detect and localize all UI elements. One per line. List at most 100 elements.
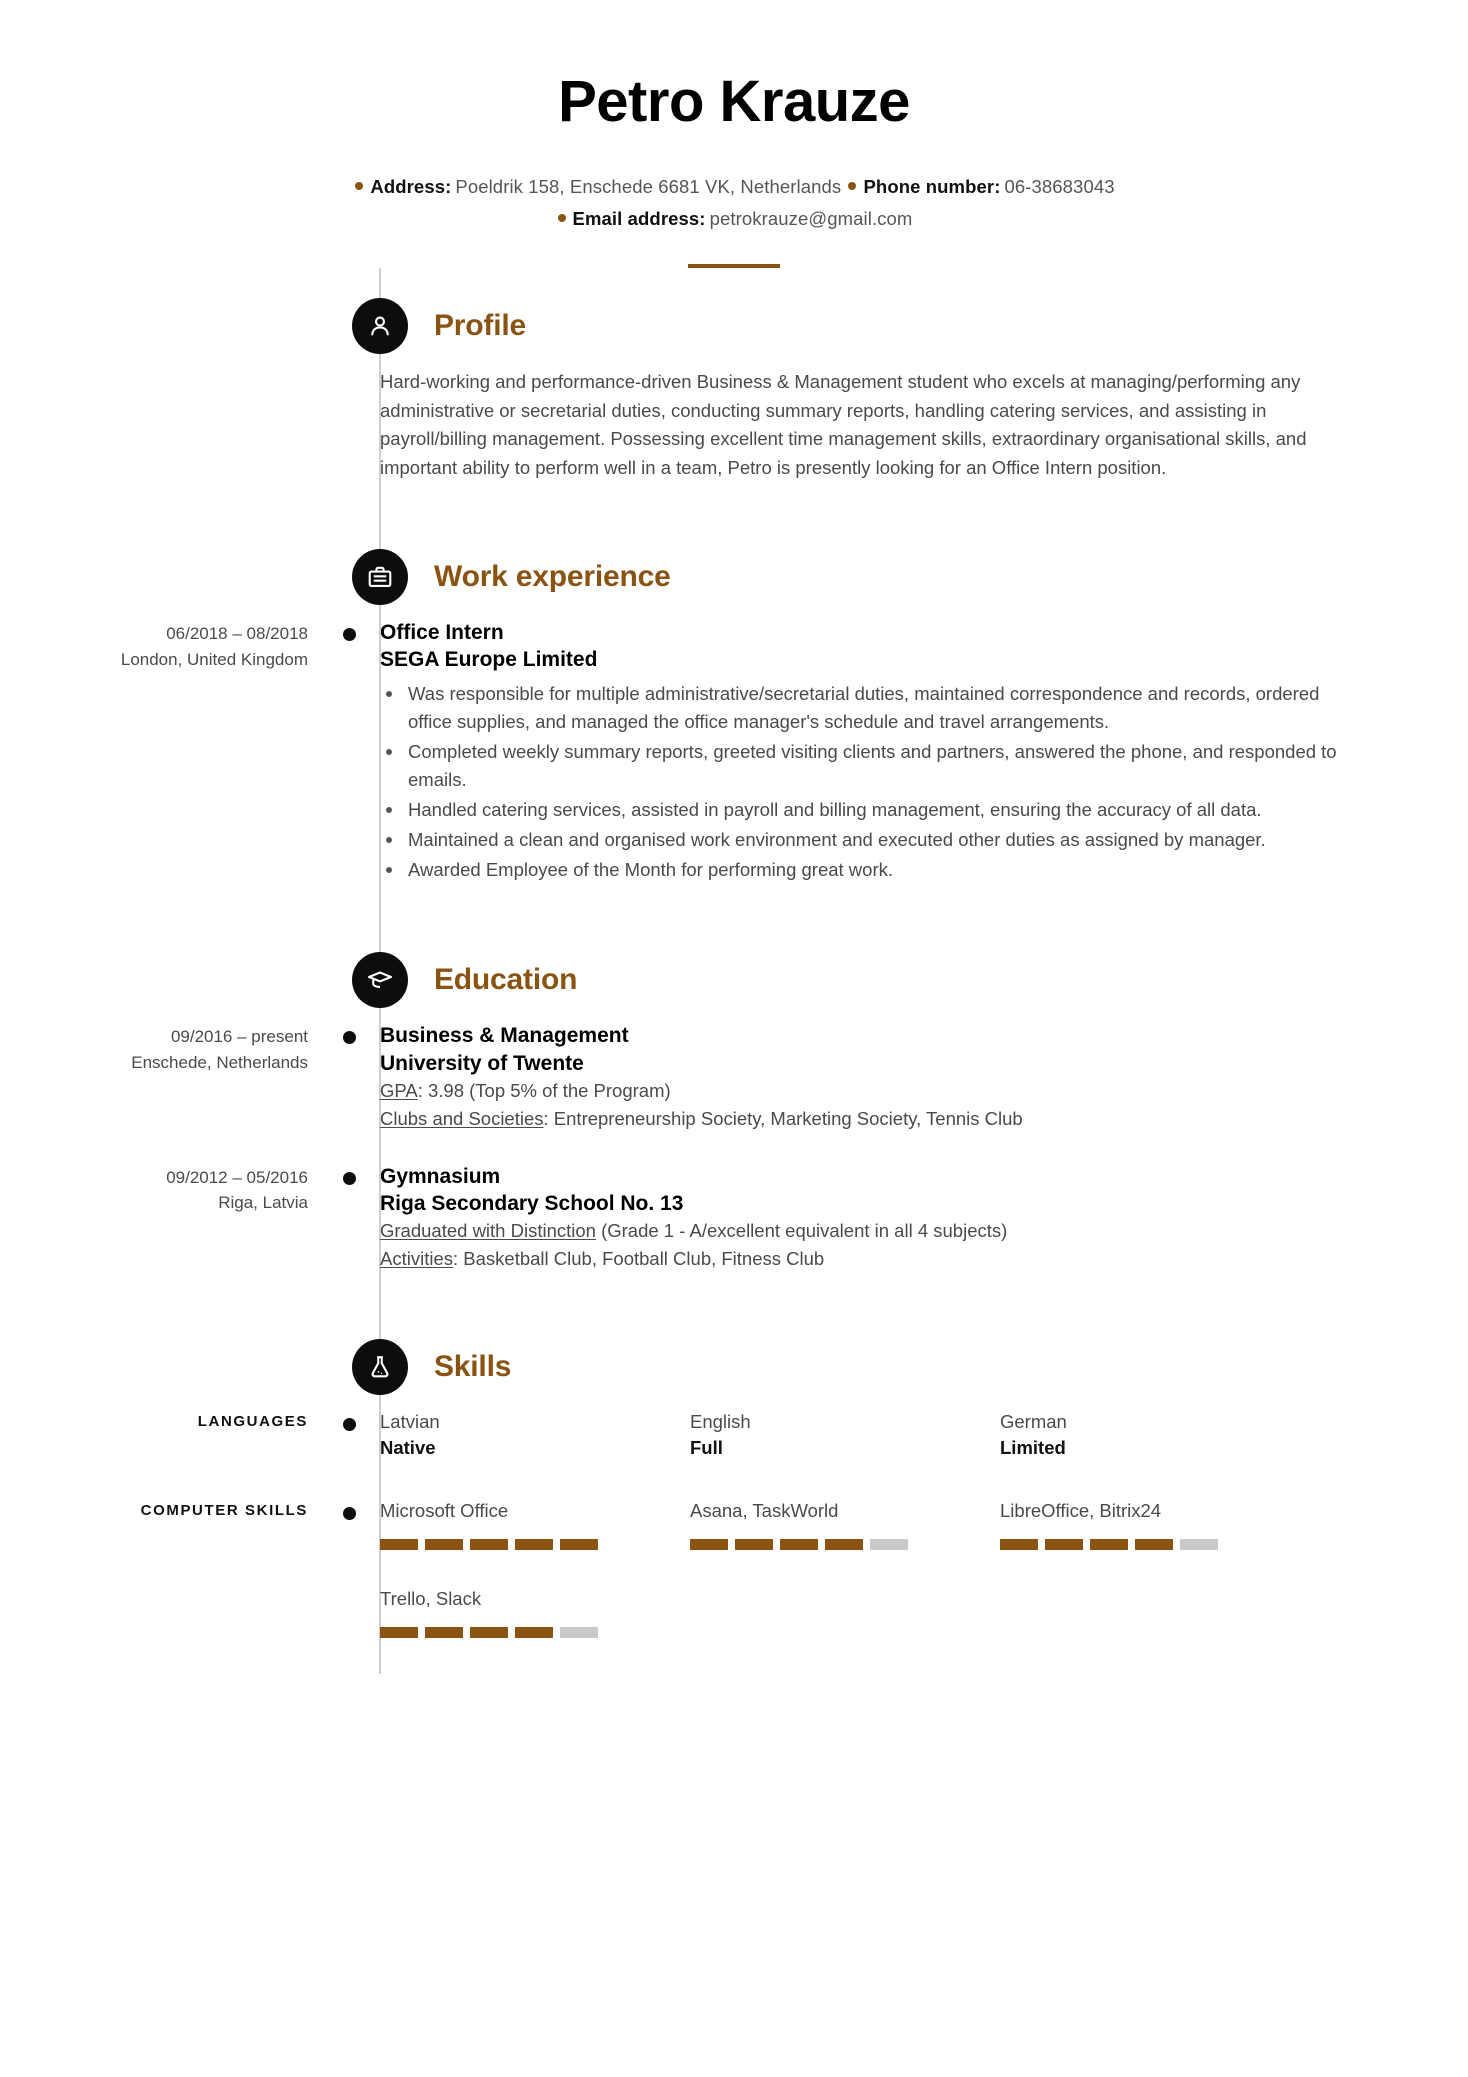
rating-bar-filled (780, 1539, 818, 1551)
skills-section-header: Skills (352, 1338, 1468, 1395)
education-entry-content: Business & Management University of Twen… (380, 1022, 1468, 1132)
education-entry-content: Gymnasium Riga Secondary School No. 13 G… (380, 1163, 1468, 1273)
language-item: English Full (690, 1409, 1000, 1463)
computer-skill-rating (1000, 1539, 1310, 1551)
profile-right-col: Hard-working and performance-driven Busi… (380, 368, 1468, 483)
rating-bar-filled (560, 1539, 598, 1551)
education-detail-value: (Grade 1 - A/excellent equivalent in all… (595, 1220, 1008, 1242)
computer-skill-item: LibreOffice, Bitrix24 (1000, 1498, 1310, 1551)
skills-section-title: Skills (434, 1349, 512, 1383)
education-entry-meta: 09/2012 – 05/2016 Riga, Latvia (0, 1163, 344, 1273)
computer-skill-rating (690, 1539, 1000, 1551)
graduation-cap-icon (352, 952, 408, 1009)
bullet-dot-icon (355, 182, 364, 190)
work-entry-organisation: SEGA Europe Limited (380, 648, 598, 672)
education-detail-row: Clubs and Societies: Entrepreneurship So… (380, 1105, 1368, 1133)
education-entry-institution: Riga Secondary School No. 13 (380, 1191, 684, 1215)
section-profile: Profile Hard-working and performance-dri… (0, 297, 1468, 483)
education-entry-dates: 09/2016 – present (170, 1027, 308, 1047)
education-entry: 09/2012 – 05/2016 Riga, Latvia Gymnasium… (0, 1163, 1468, 1273)
rating-bar-filled (1090, 1539, 1128, 1551)
profile-section-header: Profile (352, 297, 1468, 354)
profile-timeline-node (344, 368, 380, 483)
rating-bar-filled (1000, 1539, 1038, 1551)
rating-bar-filled (1045, 1539, 1083, 1551)
work-duty-item: Maintained a clean and organised work en… (380, 826, 1368, 854)
section-skills: Skills LANGUAGES Latvian Native English … (0, 1338, 1468, 1644)
briefcase-icon (352, 549, 408, 606)
person-icon (352, 297, 408, 354)
computer-skill-name: Trello, Slack (380, 1588, 482, 1610)
profile-text: Hard-working and performance-driven Busi… (380, 370, 1307, 479)
candidate-name: Petro Krauze (558, 69, 910, 134)
work-timeline-node (343, 619, 380, 886)
rating-bar-filled (825, 1539, 863, 1551)
work-section-title: Work experience (434, 560, 671, 594)
language-level: Full (690, 1437, 723, 1459)
contact-phone-label: Phone number: (863, 175, 1001, 197)
rating-bar-filled (380, 1626, 418, 1638)
bullet-dot-icon (557, 214, 566, 223)
work-duty-item: Awarded Employee of the Month for perfor… (380, 856, 1368, 884)
work-section-header: Work experience (352, 549, 1468, 606)
contact-email-label: Email address: (572, 208, 706, 230)
contact-address: Address: Poeldrik 158, Enschede 6681 VK, … (353, 176, 846, 197)
work-entry-meta: 06/2018 – 08/2018 London, United Kingdom (0, 619, 344, 886)
rating-bar-filled (515, 1539, 553, 1551)
education-entry-location: Riga, Latvia (218, 1193, 308, 1213)
skills-computer-node (343, 1498, 380, 1644)
profile-entry: Hard-working and performance-driven Busi… (0, 368, 1468, 483)
computer-skills-grid: Microsoft Office Asana, TaskWorld LibreO… (380, 1498, 1368, 1556)
rating-bar-filled (515, 1626, 553, 1638)
language-item: German Limited (1000, 1409, 1310, 1463)
rating-bar-empty (560, 1626, 598, 1638)
resume-page: Petro Krauze Address: Poeldrik 158, Ensch… (0, 0, 1468, 2077)
education-detail-value: : 3.98 (Top 5% of the Program) (417, 1080, 671, 1102)
education-detail-label: Graduated with Distinction (380, 1220, 596, 1242)
contact-phone-value: 06-38683043 (1004, 175, 1115, 197)
rating-bar-filled (470, 1626, 508, 1638)
contact-email: Email address: petrokrauze@gmail.com (556, 208, 913, 229)
education-detail-row: Graduated with Distinction (Grade 1 - A/… (380, 1217, 1368, 1245)
skills-computer-group: COMPUTER SKILLS Microsoft Office Asana, … (0, 1498, 1468, 1644)
skills-languages-meta: LANGUAGES (0, 1409, 344, 1469)
work-entry-dates: 06/2018 – 08/2018 (166, 624, 308, 644)
contact-line-2: Email address: petrokrauze@gmail.com (0, 203, 1468, 235)
rating-bar-filled (735, 1539, 773, 1551)
rating-bar-filled (425, 1626, 463, 1638)
skills-languages-node (343, 1409, 380, 1469)
computer-skill-rating (380, 1539, 690, 1551)
skills-languages-content: Latvian Native English Full German Limit… (380, 1409, 1468, 1469)
language-level: Native (380, 1437, 436, 1459)
computer-skill-rating (380, 1626, 690, 1638)
work-duties-list: Was responsible for multiple administrat… (380, 680, 1368, 885)
language-item: Latvian Native (380, 1409, 690, 1463)
work-entry-location: London, United Kingdom (120, 649, 308, 669)
computer-skill-item: Asana, TaskWorld (690, 1498, 1000, 1551)
education-detail-value: : Entrepreneurship Society, Marketing So… (543, 1107, 1023, 1129)
work-duty-item: Handled catering services, assisted in p… (380, 796, 1368, 824)
education-detail-label: GPA (380, 1080, 418, 1102)
resume-body: Profile Hard-working and performance-dri… (0, 267, 1468, 1734)
flask-icon (352, 1338, 408, 1395)
work-duty-item: Was responsible for multiple administrat… (380, 680, 1368, 736)
education-entry-degree: Gymnasium (380, 1164, 501, 1188)
rating-bar-filled (425, 1539, 463, 1551)
work-entry-content: Office Intern SEGA Europe Limited Was re… (380, 619, 1468, 886)
section-work-experience: Work experience 06/2018 – 08/2018 London… (0, 549, 1468, 886)
language-level: Limited (1000, 1437, 1066, 1459)
education-entry-degree: Business & Management (380, 1024, 629, 1048)
education-detail-label: Clubs and Societies (380, 1107, 544, 1129)
rating-bar-filled (470, 1539, 508, 1551)
education-section-header: Education (352, 952, 1468, 1009)
education-entry: 09/2016 – present Enschede, Netherlands … (0, 1022, 1468, 1132)
profile-section-title: Profile (434, 308, 526, 342)
computer-skill-item: Microsoft Office (380, 1498, 690, 1551)
language-name: Latvian (380, 1410, 440, 1432)
education-timeline-node (343, 1022, 380, 1132)
computer-skill-name: LibreOffice, Bitrix24 (1000, 1500, 1162, 1522)
education-detail-row: GPA: 3.98 (Top 5% of the Program) (380, 1077, 1368, 1105)
resume-header: Petro Krauze Address: Poeldrik 158, Ensch… (0, 0, 1468, 268)
language-name: English (690, 1410, 751, 1432)
contact-phone: Phone number: 06-38683043 (846, 175, 1115, 197)
